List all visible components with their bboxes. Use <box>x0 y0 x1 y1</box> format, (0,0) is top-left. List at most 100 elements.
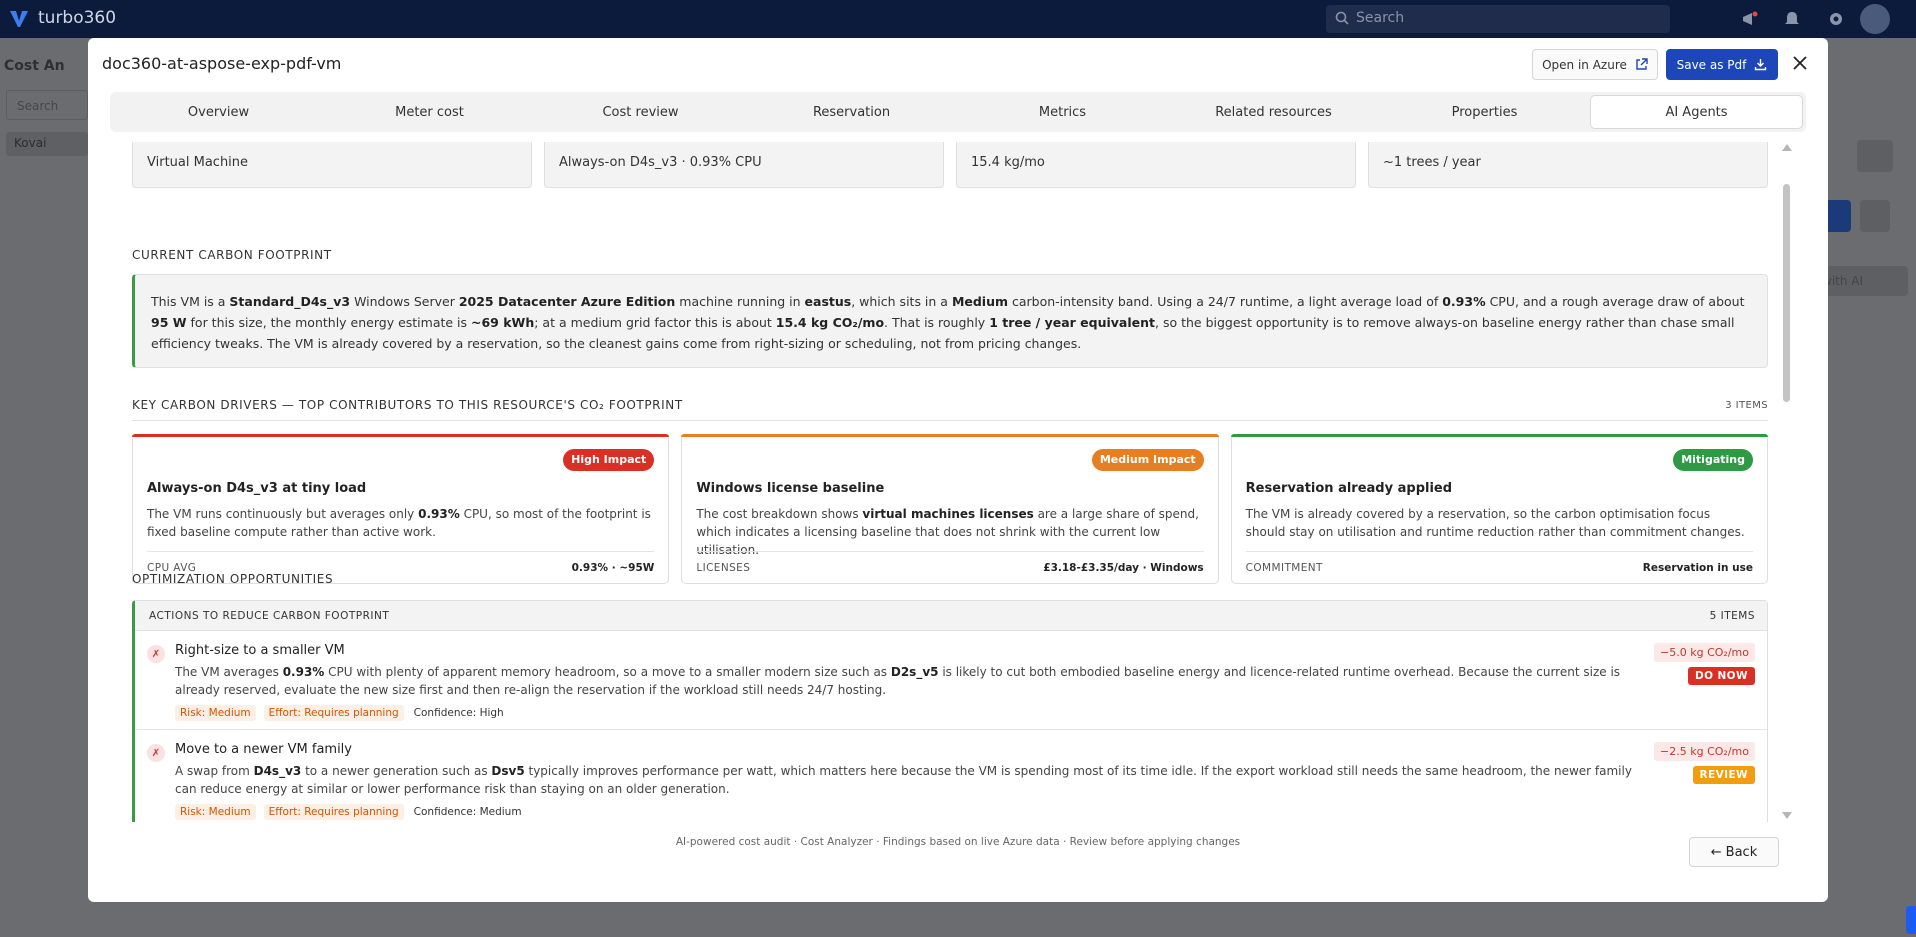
ai-agents-panel[interactable]: Virtual Machine Always-on D4s_v3 · 0.93%… <box>88 142 1828 822</box>
driver-footer-value: £3.18-£3.35/day · Windows <box>1043 562 1204 574</box>
background-search-input[interactable]: Search <box>6 90 88 120</box>
background-page-title: Cost An <box>4 58 65 74</box>
driver-footer-value: Reservation in use <box>1642 562 1753 574</box>
open-in-azure-label: Open in Azure <box>1542 57 1627 72</box>
app-name: turbo360 <box>38 8 117 28</box>
detail-tabs: Overview Meter cost Cost review Reservat… <box>110 92 1806 132</box>
save-as-pdf-button[interactable]: Save as Pdf <box>1666 49 1778 80</box>
search-placeholder: Search <box>1356 10 1405 26</box>
driver-footer-key: COMMITMENT <box>1245 562 1323 574</box>
gear-icon[interactable] <box>1826 9 1846 29</box>
app-topbar: turbo360 Search <box>0 0 1916 38</box>
optimization-title: OPTIMIZATION OPPORTUNITIES <box>132 572 334 586</box>
modal-footer-note: AI-powered cost audit · Cost Analyzer · … <box>675 836 1241 848</box>
driver-card: High Impact Always-on D4s_v3 at tiny loa… <box>132 434 670 584</box>
tab-metrics[interactable]: Metrics <box>957 95 1168 129</box>
confidence-label: Confidence: High <box>413 707 504 719</box>
divider <box>132 420 1768 421</box>
action-description: A swap from D4s_v3 to a newer generation… <box>175 764 1632 796</box>
driver-footer: LICENSES £3.18-£3.35/day · Windows <box>696 551 1204 574</box>
save-as-pdf-label: Save as Pdf <box>1676 57 1747 72</box>
tab-reservation[interactable]: Reservation <box>746 95 957 129</box>
driver-description: The VM runs continuously but averages on… <box>147 507 651 539</box>
app-logo[interactable]: turbo360 <box>8 7 116 29</box>
background-tree-item[interactable]: Kovai <box>6 132 88 156</box>
tab-ai-agents[interactable]: AI Agents <box>1590 95 1803 129</box>
actions-header: ACTIONS TO REDUCE CARBON FOOTPRINT 5 ITE… <box>135 601 1767 631</box>
scroll-up-arrow-icon[interactable] <box>1782 144 1792 151</box>
impact-badge: Mitigating <box>1673 449 1753 471</box>
impact-badge: Medium Impact <box>1091 449 1204 471</box>
external-link-icon <box>1636 58 1648 70</box>
effort-tag: Effort: Requires planning <box>263 705 404 721</box>
bell-icon[interactable] <box>1782 9 1802 29</box>
background-grid-button[interactable] <box>1860 200 1890 232</box>
tab-properties[interactable]: Properties <box>1379 95 1590 129</box>
close-icon <box>1793 56 1807 70</box>
search-icon <box>1335 11 1349 25</box>
current-footprint-text: This VM is a Standard_D4s_v3 Windows Ser… <box>132 274 1768 368</box>
actions-header-title: ACTIONS TO REDUCE CARBON FOOTPRINT <box>149 609 390 622</box>
turbo360-logo-icon <box>10 11 28 27</box>
driver-description: The VM is already covered by a reservati… <box>1245 507 1745 539</box>
tab-meter-cost[interactable]: Meter cost <box>324 95 535 129</box>
key-drivers-list: High Impact Always-on D4s_v3 at tiny loa… <box>132 434 1768 584</box>
confidence-label: Confidence: Medium <box>413 806 522 818</box>
back-label: Back <box>1725 844 1758 860</box>
key-drivers-title: KEY CARBON DRIVERS — TOP CONTRIBUTORS TO… <box>132 398 683 412</box>
driver-title: Always-on D4s_v3 at tiny load <box>147 481 367 496</box>
open-in-azure-button[interactable]: Open in Azure <box>1532 49 1658 80</box>
driver-card: Mitigating Reservation already applied T… <box>1230 434 1768 584</box>
scroll-down-arrow-icon[interactable] <box>1782 812 1792 819</box>
driver-accent-line <box>132 434 670 437</box>
tab-related-resources[interactable]: Related resources <box>1168 95 1379 129</box>
feedback-tab[interactable] <box>1906 906 1916 934</box>
co2-savings-badge: −2.5 kg CO₂/mo <box>1654 742 1755 761</box>
driver-accent-line <box>681 434 1219 437</box>
driver-title: Windows license baseline <box>696 481 885 496</box>
arrow-left-icon: ← <box>1710 844 1722 860</box>
scrollbar-thumb[interactable] <box>1783 184 1790 402</box>
action-tags: Risk: Medium Effort: Requires planning C… <box>175 804 522 820</box>
background-collapse-button[interactable] <box>1857 140 1893 172</box>
stat-emissions: 15.4 kg/mo <box>956 142 1356 188</box>
driver-footer: CPU AVG 0.93% · ~95W <box>147 551 655 574</box>
x-mark-icon: ✗ <box>147 645 165 663</box>
summary-stats: Virtual Machine Always-on D4s_v3 · 0.93%… <box>132 142 1768 188</box>
driver-footer-value: 0.93% · ~95W <box>571 562 655 574</box>
back-button[interactable]: ← Back <box>1689 837 1779 867</box>
action-description: The VM averages 0.93% CPU with plenty of… <box>175 665 1621 697</box>
current-footprint-title: CURRENT CARBON FOOTPRINT <box>132 248 332 262</box>
impact-badge: High Impact <box>563 449 655 471</box>
action-title: Move to a newer VM family <box>175 742 352 757</box>
x-mark-icon: ✗ <box>147 744 165 762</box>
stat-profile: Always-on D4s_v3 · 0.93% CPU <box>544 142 944 188</box>
modal-title: doc360-at-aspose-exp-pdf-vm <box>102 54 342 73</box>
action-priority-badge: DO NOW <box>1688 667 1755 685</box>
risk-tag: Risk: Medium <box>175 705 256 721</box>
megaphone-icon[interactable] <box>1740 9 1760 29</box>
action-item[interactable]: ✗ Right-size to a smaller VM The VM aver… <box>135 631 1767 730</box>
driver-title: Reservation already applied <box>1245 481 1453 496</box>
global-search-input[interactable]: Search <box>1326 5 1670 33</box>
action-title: Right-size to a smaller VM <box>175 643 345 658</box>
actions-panel: ACTIONS TO REDUCE CARBON FOOTPRINT 5 ITE… <box>132 600 1768 822</box>
action-priority-badge: REVIEW <box>1692 766 1755 784</box>
driver-accent-line <box>1230 434 1768 437</box>
action-item[interactable]: ✗ Move to a newer VM family A swap from … <box>135 730 1767 822</box>
co2-savings-badge: −5.0 kg CO₂/mo <box>1654 643 1755 662</box>
content-scrollbar[interactable] <box>1780 142 1794 822</box>
effort-tag: Effort: Requires planning <box>263 804 404 820</box>
actions-count: 5 ITEMS <box>1709 609 1755 622</box>
driver-card: Medium Impact Windows license baseline T… <box>681 434 1219 584</box>
resource-detail-modal: doc360-at-aspose-exp-pdf-vm Open in Azur… <box>88 38 1828 902</box>
close-modal-button[interactable] <box>1788 51 1812 75</box>
tab-overview[interactable]: Overview <box>113 95 324 129</box>
driver-footer: COMMITMENT Reservation in use <box>1245 551 1753 574</box>
user-avatar[interactable] <box>1860 4 1890 34</box>
risk-tag: Risk: Medium <box>175 804 256 820</box>
download-icon <box>1755 59 1767 71</box>
stat-resource-type: Virtual Machine <box>132 142 532 188</box>
key-drivers-count: 3 ITEMS <box>1725 400 1768 411</box>
tab-cost-review[interactable]: Cost review <box>535 95 746 129</box>
